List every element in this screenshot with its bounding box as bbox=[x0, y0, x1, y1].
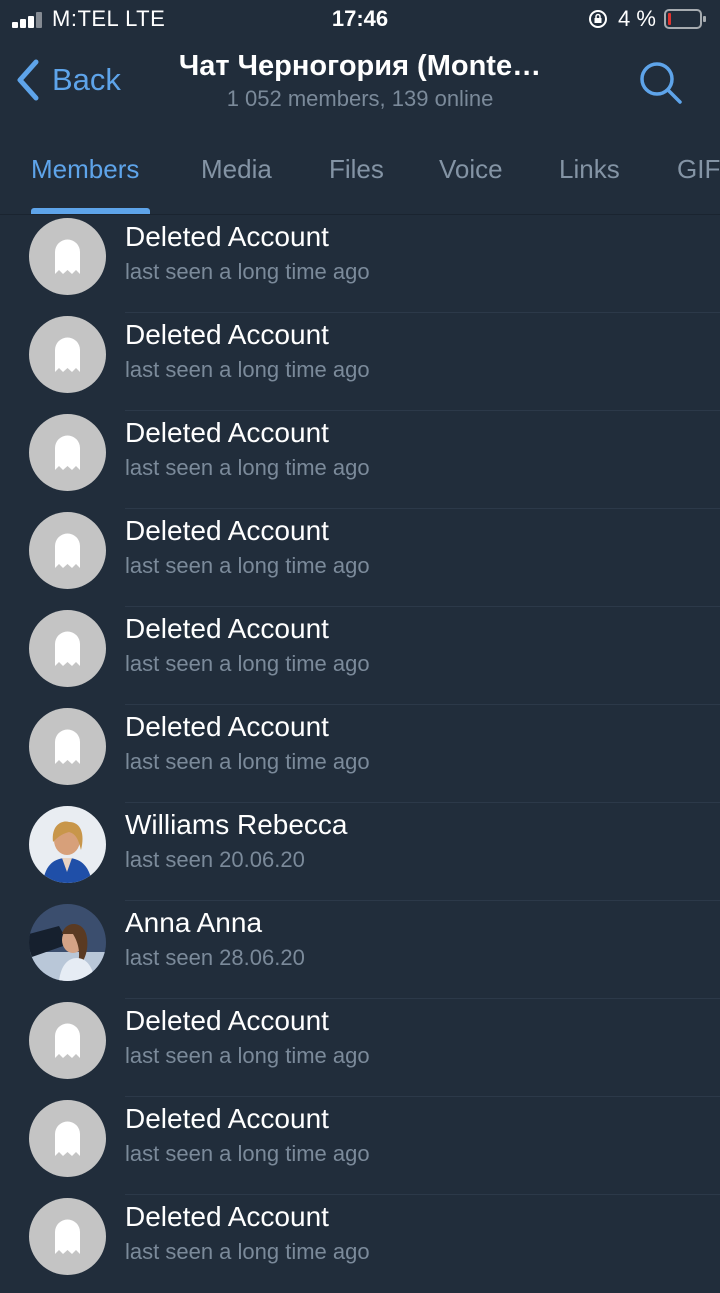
member-status: last seen a long time ago bbox=[125, 749, 370, 774]
member-row[interactable]: Deleted Account last seen a long time ag… bbox=[0, 215, 720, 313]
member-row[interactable]: Deleted Account last seen a long time ag… bbox=[0, 999, 720, 1097]
member-status: last seen a long time ago bbox=[125, 651, 370, 676]
tab-links[interactable]: Links bbox=[559, 154, 620, 185]
tab-gif[interactable]: GIF bbox=[677, 154, 720, 185]
member-name: Deleted Account bbox=[125, 1005, 329, 1036]
chat-subtitle: 1 052 members, 139 online bbox=[226, 86, 494, 111]
member-row[interactable]: Deleted Account last seen a long time ag… bbox=[0, 705, 720, 803]
tab-media[interactable]: Media bbox=[201, 154, 272, 185]
back-button[interactable]: Back bbox=[14, 58, 121, 102]
ghost-icon bbox=[29, 512, 106, 589]
tab-members[interactable]: Members bbox=[31, 154, 139, 185]
battery-percent: 4 % bbox=[618, 6, 656, 31]
member-status: last seen 20.06.20 bbox=[125, 847, 305, 872]
chevron-left-icon bbox=[17, 59, 39, 101]
member-name: Deleted Account bbox=[125, 417, 329, 448]
ghost-icon bbox=[29, 316, 106, 393]
member-status: last seen a long time ago bbox=[125, 553, 370, 578]
ghost-icon bbox=[29, 1100, 106, 1177]
ghost-icon bbox=[29, 1002, 106, 1079]
member-row[interactable]: Deleted Account last seen a long time ag… bbox=[0, 607, 720, 705]
member-name: Deleted Account bbox=[125, 221, 329, 252]
battery-icon bbox=[664, 9, 706, 29]
member-row[interactable]: Williams Rebecca last seen 20.06.20 bbox=[0, 803, 720, 901]
member-row[interactable]: Deleted Account last seen a long time ag… bbox=[0, 1195, 720, 1293]
member-name: Deleted Account bbox=[125, 1201, 329, 1232]
ghost-icon bbox=[29, 1198, 106, 1275]
member-name: Deleted Account bbox=[125, 711, 329, 742]
member-name: Williams Rebecca bbox=[125, 809, 348, 840]
clock: 17:46 bbox=[331, 6, 389, 31]
member-list: Deleted Account last seen a long time ag… bbox=[0, 215, 720, 1293]
status-bar: M:TEL LTE 17:46 4 % bbox=[0, 0, 720, 40]
member-status: last seen a long time ago bbox=[125, 455, 370, 480]
ghost-icon bbox=[29, 218, 106, 295]
member-row[interactable]: Deleted Account last seen a long time ag… bbox=[0, 509, 720, 607]
avatar bbox=[29, 806, 106, 883]
member-name: Anna Anna bbox=[125, 907, 263, 938]
member-name: Deleted Account bbox=[125, 319, 329, 350]
member-row[interactable]: Deleted Account last seen a long time ag… bbox=[0, 411, 720, 509]
member-row[interactable]: Deleted Account last seen a long time ag… bbox=[0, 1097, 720, 1195]
ghost-icon bbox=[29, 414, 106, 491]
member-name: Deleted Account bbox=[125, 613, 329, 644]
member-name: Deleted Account bbox=[125, 515, 329, 546]
tab-files[interactable]: Files bbox=[329, 154, 384, 185]
tab-voice[interactable]: Voice bbox=[439, 154, 503, 185]
avatar bbox=[29, 904, 106, 981]
search-icon[interactable] bbox=[638, 60, 684, 106]
member-row[interactable]: Anna Anna last seen 28.06.20 bbox=[0, 901, 720, 999]
active-tab-indicator bbox=[31, 208, 150, 214]
member-status: last seen a long time ago bbox=[125, 357, 370, 382]
tab-bar: Members Media Files Voice Links GIF bbox=[0, 140, 720, 215]
ghost-icon bbox=[29, 708, 106, 785]
back-label: Back bbox=[52, 62, 121, 97]
member-status: last seen a long time ago bbox=[125, 259, 370, 284]
rotation-lock-icon bbox=[589, 10, 607, 28]
member-status: last seen a long time ago bbox=[125, 1239, 370, 1264]
member-status: last seen 28.06.20 bbox=[125, 945, 305, 970]
member-status: last seen a long time ago bbox=[125, 1043, 370, 1068]
member-name: Deleted Account bbox=[125, 1103, 329, 1134]
member-status: last seen a long time ago bbox=[125, 1141, 370, 1166]
member-row[interactable]: Deleted Account last seen a long time ag… bbox=[0, 313, 720, 411]
chat-title[interactable]: Чат Черногория (Monte… bbox=[150, 50, 570, 83]
ghost-icon bbox=[29, 610, 106, 687]
